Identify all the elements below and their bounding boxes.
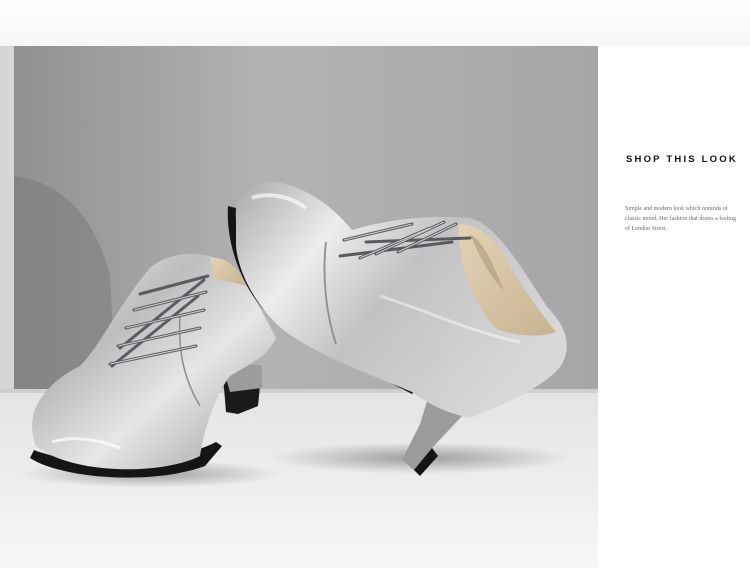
product-photo: [0, 46, 598, 568]
backdrop-panel: [0, 46, 14, 391]
top-band: [0, 0, 750, 46]
shop-panel: SHOP THIS LOOK Simple and modern look wh…: [598, 46, 750, 568]
shop-description: Simple and modern look which reminds of …: [625, 206, 736, 232]
bottom-band: [0, 568, 750, 580]
shop-this-look-heading: SHOP THIS LOOK: [626, 154, 738, 165]
